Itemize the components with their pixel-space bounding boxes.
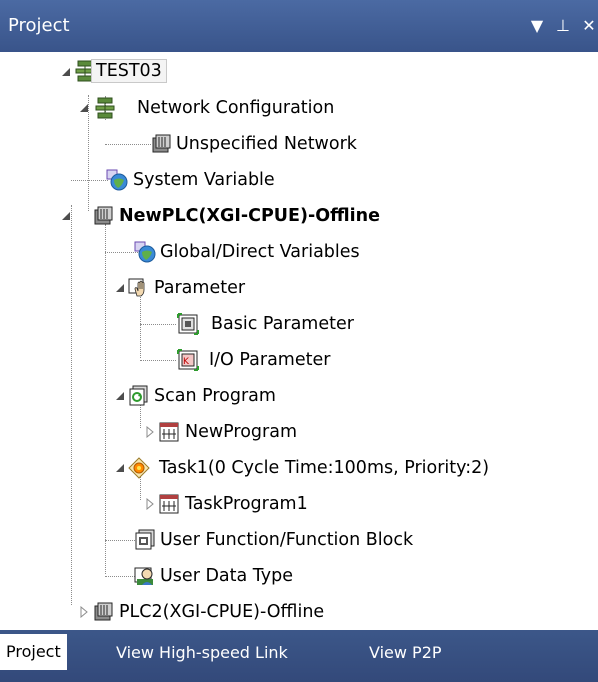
tree-item-parameter[interactable]: Parameter bbox=[0, 270, 598, 306]
data-type-icon bbox=[134, 565, 156, 587]
tree-item-task1[interactable]: Task1(0 Cycle Time:100ms, Priority:2) bbox=[0, 450, 598, 486]
tree-item-label: NewProgram bbox=[185, 422, 298, 442]
tree-item-global-direct-variables[interactable]: Global/Direct Variables bbox=[0, 234, 598, 270]
function-block-icon bbox=[134, 529, 156, 551]
tree-item-label: TaskProgram1 bbox=[185, 494, 308, 514]
tree-guide-line bbox=[105, 576, 135, 577]
expand-arrow-icon[interactable] bbox=[78, 606, 90, 618]
task-icon bbox=[128, 457, 150, 479]
tree-item-taskprogram1[interactable]: TaskProgram1 bbox=[0, 486, 598, 522]
program-icon bbox=[158, 493, 180, 515]
tree-item-newprogram[interactable]: NewProgram bbox=[0, 414, 598, 450]
tree-item-label: Basic Parameter bbox=[211, 314, 354, 334]
tree-item-label: System Variable bbox=[133, 170, 275, 190]
tree-guide-line bbox=[105, 540, 135, 541]
tree-item-label: Global/Direct Variables bbox=[160, 242, 360, 262]
dropdown-icon[interactable]: ▼ bbox=[528, 14, 546, 38]
tree-guide-line bbox=[71, 180, 108, 181]
program-icon bbox=[158, 421, 180, 443]
tree-item-label: Scan Program bbox=[154, 386, 276, 406]
variable-globe-icon bbox=[134, 241, 156, 263]
tree-item-scan-program[interactable]: Scan Program bbox=[0, 378, 598, 414]
tree-guide-line bbox=[105, 144, 151, 145]
basic-parameter-icon bbox=[177, 313, 199, 335]
plc-icon bbox=[92, 601, 114, 623]
tree-item-user-function[interactable]: User Function/Function Block bbox=[0, 522, 598, 558]
tree-item-label: Task1(0 Cycle Time:100ms, Priority:2) bbox=[159, 458, 490, 478]
tab-view-p2p[interactable]: View P2P bbox=[369, 636, 442, 670]
tree-item-unspecified-network[interactable]: Unspecified Network bbox=[0, 126, 598, 162]
bottom-tab-bar: Project View High-speed Link View P2P bbox=[0, 630, 598, 682]
panel-titlebar: Project ▼ ⊥ ✕ bbox=[0, 0, 598, 52]
tab-view-high-speed-link[interactable]: View High-speed Link bbox=[116, 636, 288, 670]
tree-item-network-configuration[interactable]: Network Configuration bbox=[0, 90, 598, 126]
tree-item-basic-parameter[interactable]: Basic Parameter bbox=[0, 306, 598, 342]
collapse-arrow-icon[interactable] bbox=[114, 462, 126, 474]
plc-icon bbox=[150, 133, 172, 155]
tree-item-system-variable[interactable]: System Variable bbox=[0, 162, 598, 198]
project-tree: TEST03 Network Configuration Unspecified… bbox=[0, 52, 598, 630]
tree-item-label: Parameter bbox=[154, 278, 246, 298]
tree-item-label: TEST03 bbox=[91, 59, 167, 83]
collapse-arrow-icon[interactable] bbox=[78, 102, 90, 114]
variable-globe-icon bbox=[106, 169, 128, 191]
collapse-arrow-icon[interactable] bbox=[114, 390, 126, 402]
tree-item-label: I/O Parameter bbox=[209, 350, 331, 370]
collapse-arrow-icon[interactable] bbox=[60, 210, 72, 222]
collapse-arrow-icon[interactable] bbox=[60, 66, 72, 78]
tree-item-label: PLC2(XGI-CPUE)-Offline bbox=[119, 602, 325, 622]
tree-item-user-data-type[interactable]: User Data Type bbox=[0, 558, 598, 594]
tab-project[interactable]: Project bbox=[0, 634, 67, 670]
tree-item-plc2[interactable]: PLC2(XGI-CPUE)-Offline bbox=[0, 594, 598, 630]
collapse-arrow-icon[interactable] bbox=[114, 282, 126, 294]
parameter-hand-icon bbox=[128, 276, 150, 298]
network-icon bbox=[94, 97, 116, 119]
panel-title: Project bbox=[8, 15, 70, 36]
tree-item-io-parameter[interactable]: K I/O Parameter bbox=[0, 342, 598, 378]
plc-icon bbox=[92, 205, 114, 227]
pin-icon[interactable]: ⊥ bbox=[554, 14, 572, 38]
scan-program-icon bbox=[128, 385, 150, 407]
tree-item-label: Network Configuration bbox=[137, 98, 335, 118]
close-icon[interactable]: ✕ bbox=[580, 14, 598, 38]
tree-item-newplc[interactable]: NewPLC(XGI-CPUE)-Offline bbox=[0, 198, 598, 234]
tree-item-label: User Data Type bbox=[160, 566, 293, 586]
tree-item-label: Unspecified Network bbox=[176, 134, 357, 154]
io-parameter-icon: K bbox=[177, 349, 199, 371]
tree-guide-line bbox=[140, 324, 176, 325]
expand-arrow-icon[interactable] bbox=[144, 426, 156, 438]
tree-guide-line bbox=[140, 360, 176, 361]
expand-arrow-icon[interactable] bbox=[144, 498, 156, 510]
tree-item-test03[interactable]: TEST03 bbox=[0, 54, 598, 90]
tree-item-label: User Function/Function Block bbox=[160, 530, 414, 550]
tree-item-label: NewPLC(XGI-CPUE)-Offline bbox=[119, 206, 380, 226]
